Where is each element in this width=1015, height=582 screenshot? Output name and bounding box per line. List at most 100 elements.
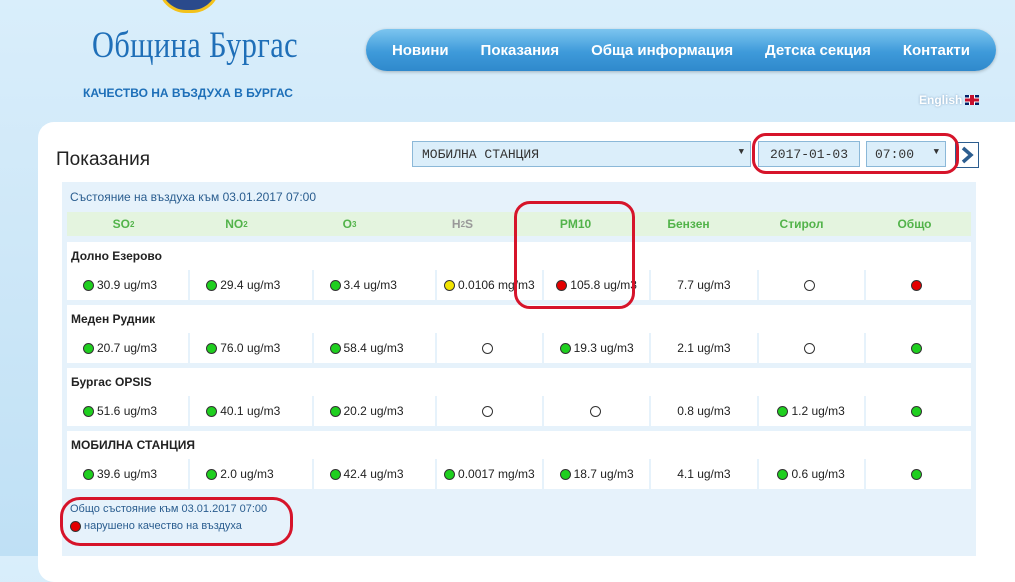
column-header: SO 2 [112,217,135,231]
reading-cell: 29.4 ug/m3 [190,270,312,300]
status-dot-icon [559,468,571,480]
main-nav: Новини Показания Обща информация Детска … [366,29,996,71]
status-dot-icon [206,342,218,354]
language-label: English [919,93,963,107]
status-dot-icon [329,468,341,480]
overall-status-legend: нарушено качество на въздуха [70,520,242,532]
reading-cell: 0.0106 mg/m3 [436,270,542,300]
reading-value: 18.7 ug/m3 [573,467,634,481]
nav-item-news[interactable]: Новини [392,42,449,59]
caret-down-icon: ▼ [933,147,939,157]
nav-item-readings[interactable]: Показания [481,42,560,59]
column-header: Стирол [779,217,824,231]
reading-value: 30.9 ug/m3 [97,278,158,292]
date-input[interactable]: 2017-01-03 [758,141,860,167]
caret-down-icon: ▼ [738,147,744,157]
status-dot-icon [83,468,94,480]
status-dot-icon [777,468,789,480]
column-header: NO 2 [225,217,248,231]
reading-value: 3.4 ug/m3 [343,278,397,292]
reading-value: 20.7 ug/m3 [97,341,158,355]
status-dot-icon [482,405,494,417]
status-dot-icon [83,279,94,291]
station-select[interactable]: МОБИЛНА СТАНЦИЯ ▼ [412,141,751,167]
status-dot-icon [444,279,456,291]
reading-cell [865,333,971,363]
reading-value: 20.2 ug/m3 [343,404,404,418]
reading-value: 19.3 ug/m3 [573,341,634,355]
nav-item-general-info[interactable]: Обща информация [591,42,733,59]
station-values-row: 39.6 ug/m3 2.0 ug/m3 42.4 ug/m3 0.0017 mg/m… [67,459,971,489]
reading-cell: 2.1 ug/m3 [651,333,757,363]
reading-cell: 0.6 ug/m3 [758,459,864,489]
reading-cell: 19.3 ug/m3 [544,333,650,363]
reading-cell: 58.4 ug/m3 [313,333,435,363]
status-dot-icon [83,342,94,354]
reading-value: 40.1 ug/m3 [220,404,281,418]
reading-cell: 42.4 ug/m3 [313,459,435,489]
reading-cell: 20.2 ug/m3 [313,396,435,426]
reading-value: 2.0 ug/m3 [220,467,274,481]
column-header: Бензен [667,217,710,231]
reading-cell: 30.9 ug/m3 [67,270,189,300]
reading-cell [758,333,864,363]
station-name-row: МОБИЛНА СТАНЦИЯ [67,431,971,459]
column-header: Общо [897,217,932,231]
reading-value: 51.6 ug/m3 [97,404,158,418]
site-title[interactable]: Община Бургас [92,24,298,67]
reading-cell [865,270,971,300]
station-values-row: 20.7 ug/m3 76.0 ug/m3 58.4 ug/m3 19.3 ug/m3… [67,333,971,363]
uk-flag-icon [965,95,980,105]
reading-value: 42.4 ug/m3 [343,467,404,481]
station-name-row: Меден Рудник [67,305,971,333]
status-dot-icon [911,405,923,417]
reading-cell: 105.8 ug/m3 [544,270,650,300]
reading-value: 39.6 ug/m3 [97,467,158,481]
status-dot-icon [206,279,218,291]
hour-select[interactable]: 07:00 ▼ [866,141,946,167]
status-dot-icon [206,405,218,417]
reading-cell: 7.7 ug/m3 [651,270,757,300]
nav-item-kids-section[interactable]: Детска секция [765,42,871,59]
column-header: O3 [342,217,357,231]
status-dot-icon [804,342,816,354]
column-header: H2S [451,217,474,231]
reading-cell: 76.0 ug/m3 [190,333,312,363]
station-values-row: 51.6 ug/m3 40.1 ug/m3 20.2 ug/m3 0.8 ug/m3 1… [67,396,971,426]
status-dot-icon [777,405,789,417]
nav-item-contacts[interactable]: Контакти [903,42,970,59]
table-header: SO 2 NO 2 O 3 H 2 S PM10 Бензен Стирол Общо [67,212,971,236]
reading-value: 0.8 ug/m3 [677,404,731,418]
status-dot-icon [911,468,923,480]
reading-cell: 39.6 ug/m3 [67,459,189,489]
reading-cell: 0.0017 mg/m3 [436,459,542,489]
reading-cell: 3.4 ug/m3 [313,270,435,300]
reading-value: 29.4 ug/m3 [220,278,281,292]
reading-cell [865,459,971,489]
reading-cell: 0.8 ug/m3 [651,396,757,426]
status-dot-icon [804,279,816,291]
reading-cell: 51.6 ug/m3 [67,396,189,426]
reading-value: 0.6 ug/m3 [791,467,845,481]
reading-value: 4.1 ug/m3 [677,467,731,481]
reading-value: 76.0 ug/m3 [220,341,281,355]
status-dot-icon [911,279,923,291]
next-button[interactable] [955,142,979,168]
reading-cell [436,396,542,426]
reading-cell [544,396,650,426]
status-dot-icon [70,520,81,532]
reading-value: 105.8 ug/m3 [570,278,637,292]
language-switch[interactable]: English [919,93,980,107]
status-dot-icon [83,405,94,417]
status-dot-icon [589,405,601,417]
reading-cell [758,270,864,300]
asof-label: Състояние на въздуха към 03.01.2017 07:0… [70,190,317,204]
reading-value: 1.2 ug/m3 [791,404,845,418]
reading-cell [865,396,971,426]
reading-cell [436,333,542,363]
reading-value: 58.4 ug/m3 [343,341,404,355]
station-name-row: Бургас OPSIS [67,368,971,396]
status-dot-icon [206,468,218,480]
column-header: PM10 [559,217,592,231]
reading-cell: 20.7 ug/m3 [67,333,189,363]
